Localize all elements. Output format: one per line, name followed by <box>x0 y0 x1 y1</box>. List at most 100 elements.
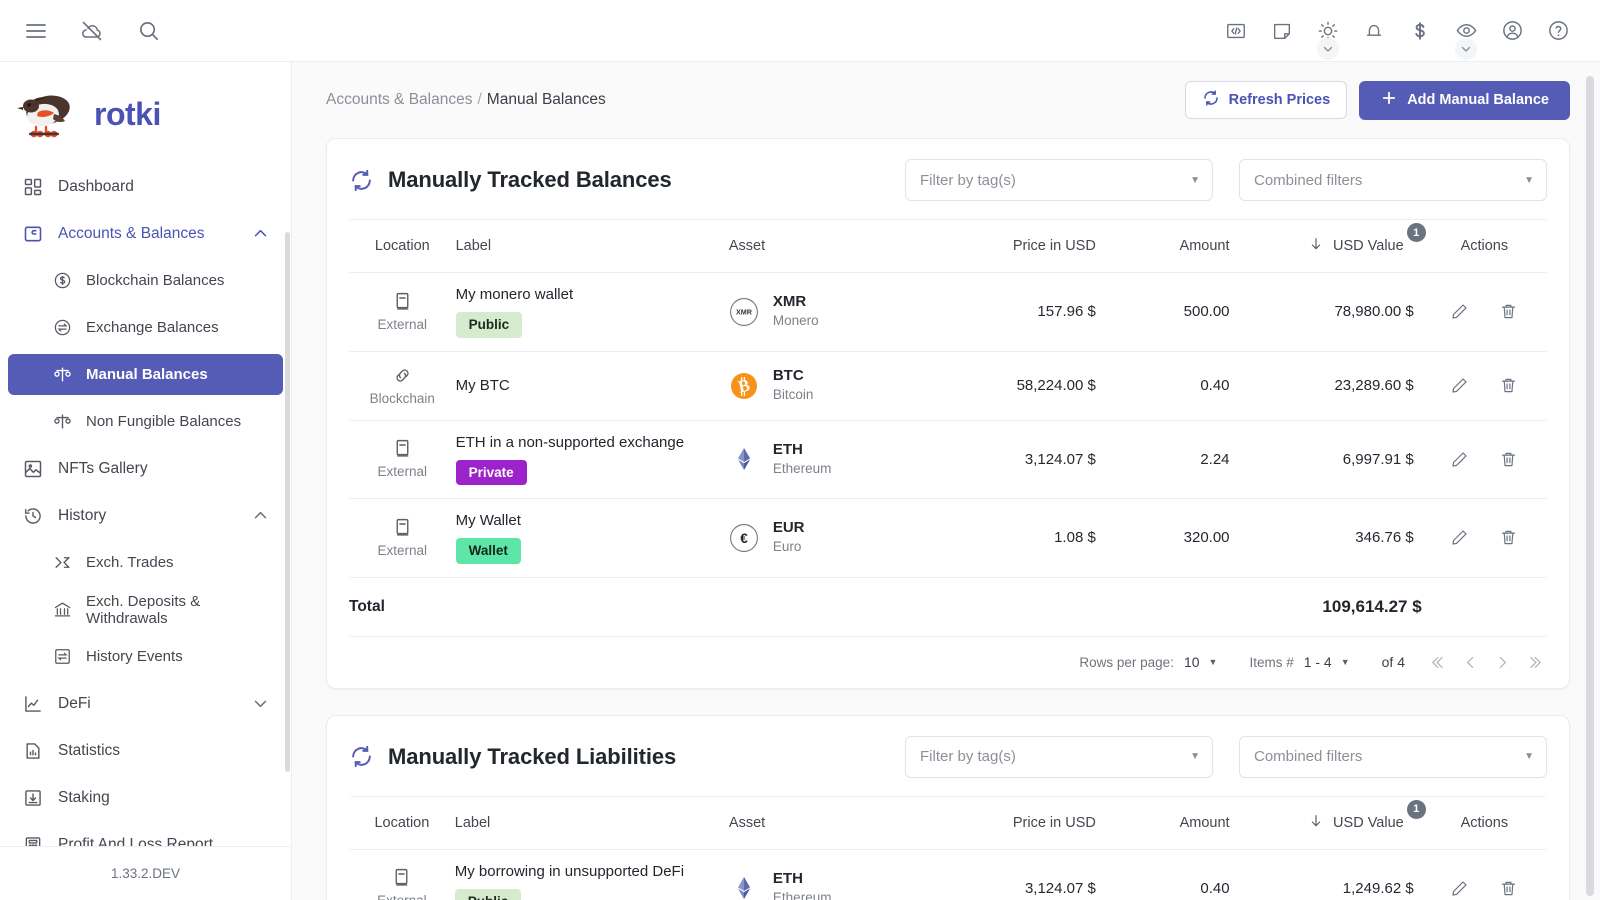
filter-by-tags-select[interactable]: Filter by tag(s) ▼ <box>905 735 1213 778</box>
trash-icon[interactable] <box>1499 528 1518 547</box>
sidebar-item-exchange-balances[interactable]: Exchange Balances <box>8 307 283 348</box>
sidebar-item-blockchain-balances[interactable]: Blockchain Balances <box>8 260 283 301</box>
column-header-price[interactable]: Price in USD <box>935 220 1104 273</box>
sidebar-item-exch-trades[interactable]: Exch. Trades <box>8 542 283 583</box>
account-circle-icon[interactable] <box>1492 11 1532 51</box>
combined-filters-select[interactable]: Combined filters ▼ <box>1239 159 1547 201</box>
note-icon[interactable] <box>1262 11 1302 51</box>
items-range-value: 1 - 4 <box>1303 654 1332 671</box>
combined-filters-select[interactable]: Combined filters ▼ <box>1239 735 1547 778</box>
table-row[interactable]: External My monero wallet Public XMR XMR… <box>349 272 1547 352</box>
sidebar-item-statistics[interactable]: Statistics <box>8 730 283 771</box>
sidebar-item-label: Statistics <box>58 741 121 759</box>
eye-icon[interactable] <box>1446 11 1486 60</box>
table-header-row: Location Label Asset Price in USD Amount <box>349 796 1547 850</box>
table-row[interactable]: External ETH in a non-supported exchange… <box>349 420 1547 500</box>
blockchain-icon <box>349 365 456 386</box>
cloud-off-icon[interactable] <box>72 11 112 51</box>
sun-icon[interactable] <box>1308 11 1348 60</box>
bar-chart-icon <box>22 740 44 762</box>
edit-pencil-icon[interactable] <box>1450 528 1469 547</box>
edit-pencil-icon[interactable] <box>1450 450 1469 469</box>
external-icon <box>349 438 456 459</box>
cell-amount: 320.00 <box>1103 498 1238 578</box>
column-header-label[interactable]: Label <box>455 220 729 273</box>
plus-icon <box>1380 89 1398 111</box>
column-header-location[interactable]: Location <box>349 796 455 850</box>
calculator-icon <box>22 834 44 847</box>
first-page-icon[interactable] <box>1429 654 1447 671</box>
breadcrumb-separator: / <box>477 91 482 108</box>
trash-icon[interactable] <box>1499 879 1518 898</box>
trash-icon[interactable] <box>1499 302 1518 321</box>
filter-by-tags-select[interactable]: Filter by tag(s) ▼ <box>905 159 1213 201</box>
code-brackets-icon[interactable] <box>1216 11 1256 51</box>
refresh-icon[interactable] <box>349 168 374 193</box>
trash-icon[interactable] <box>1499 450 1518 469</box>
next-page-icon[interactable] <box>1493 654 1511 671</box>
table-row[interactable]: External My borrowing in unsupported DeF… <box>349 849 1547 900</box>
sidebar-item-accounts-balances[interactable]: Accounts & Balances <box>8 213 283 254</box>
sidebar-scrollbar[interactable] <box>285 232 290 772</box>
sidebar-item-dashboard[interactable]: Dashboard <box>8 166 283 207</box>
rows-per-page-select[interactable]: 10 ▼ <box>1184 654 1218 670</box>
svg-text:€: € <box>740 531 748 546</box>
table-row[interactable]: Blockchain My BTC B BTC Bitcoin 58,224.0… <box>349 351 1547 421</box>
trash-icon[interactable] <box>1499 376 1518 395</box>
bell-icon[interactable] <box>1354 11 1394 51</box>
sidebar-item-label: Exchange Balances <box>86 319 219 336</box>
sidebar-item-nfts-gallery[interactable]: NFTs Gallery <box>8 448 283 489</box>
last-page-icon[interactable] <box>1525 654 1543 671</box>
help-circle-icon[interactable] <box>1538 11 1578 51</box>
location-label: External <box>377 893 427 900</box>
column-header-asset[interactable]: Asset <box>728 220 936 273</box>
table-row[interactable]: External My Wallet Wallet € EUR Euro 1.0… <box>349 498 1547 578</box>
refresh-icon[interactable] <box>349 744 374 769</box>
location-label: External <box>377 542 428 558</box>
dollar-icon[interactable] <box>1400 11 1440 51</box>
column-header-asset[interactable]: Asset <box>728 796 936 850</box>
sidebar-item-history-events[interactable]: History Events <box>8 636 283 677</box>
chevron-down-icon[interactable] <box>252 695 269 712</box>
chevron-up-icon[interactable] <box>252 225 269 242</box>
sidebar-item-staking[interactable]: Staking <box>8 777 283 818</box>
cell-label: My Wallet Wallet <box>455 498 729 578</box>
edit-pencil-icon[interactable] <box>1450 879 1469 898</box>
column-header-amount[interactable]: Amount <box>1103 796 1238 850</box>
sort-order-badge: 1 <box>1406 223 1426 242</box>
column-header-location[interactable]: Location <box>349 220 456 273</box>
edit-pencil-icon[interactable] <box>1450 302 1469 321</box>
column-header-usd-value[interactable]: USD Value 1 <box>1237 796 1426 850</box>
sidebar-item-manual-balances[interactable]: Manual Balances <box>8 354 283 395</box>
column-header-amount[interactable]: Amount <box>1103 220 1238 273</box>
breadcrumb-parent[interactable]: Accounts & Balances <box>326 91 472 108</box>
sidebar-item-history[interactable]: History <box>8 495 283 536</box>
sidebar-item-label: History Events <box>86 648 183 665</box>
chevron-up-icon[interactable] <box>252 507 269 524</box>
balance-label: My BTC <box>455 377 510 395</box>
main-scrollbar[interactable] <box>1586 76 1594 896</box>
sidebar-item-non-fungible-balances[interactable]: Non Fungible Balances <box>8 401 283 442</box>
refresh-prices-button[interactable]: Refresh Prices <box>1184 81 1348 119</box>
column-header-usd-value[interactable]: USD Value 1 <box>1237 220 1426 273</box>
column-header-label[interactable]: Label <box>454 796 729 850</box>
chevron-down-icon[interactable] <box>1455 37 1477 60</box>
items-range-select[interactable]: 1 - 4 ▼ <box>1304 654 1350 670</box>
scale-icon <box>52 365 72 385</box>
sidebar-item-profit-and-loss-report[interactable]: Profit And Loss Report <box>8 824 283 847</box>
edit-pencil-icon[interactable] <box>1450 376 1469 395</box>
search-icon[interactable] <box>128 11 168 51</box>
previous-page-icon[interactable] <box>1461 654 1479 671</box>
table-head: Location Label Asset Price in USD Amount <box>349 220 1547 273</box>
add-manual-balance-button[interactable]: Add Manual Balance <box>1359 80 1570 120</box>
menu-icon[interactable] <box>16 11 56 51</box>
dashboard-icon <box>22 176 44 198</box>
chevron-down-icon[interactable] <box>1317 37 1339 60</box>
sidebar-item-defi[interactable]: DeFi <box>8 683 283 724</box>
cell-amount: 500.00 <box>1103 272 1238 352</box>
column-header-price[interactable]: Price in USD <box>935 796 1104 850</box>
sidebar-item-label: Dashboard <box>58 177 134 195</box>
asset-symbol: ETH <box>772 440 803 458</box>
sidebar-item-exch-deposits-withdrawals[interactable]: Exch. Deposits & Withdrawals <box>8 589 283 630</box>
toolbar-right-group <box>1216 11 1600 60</box>
